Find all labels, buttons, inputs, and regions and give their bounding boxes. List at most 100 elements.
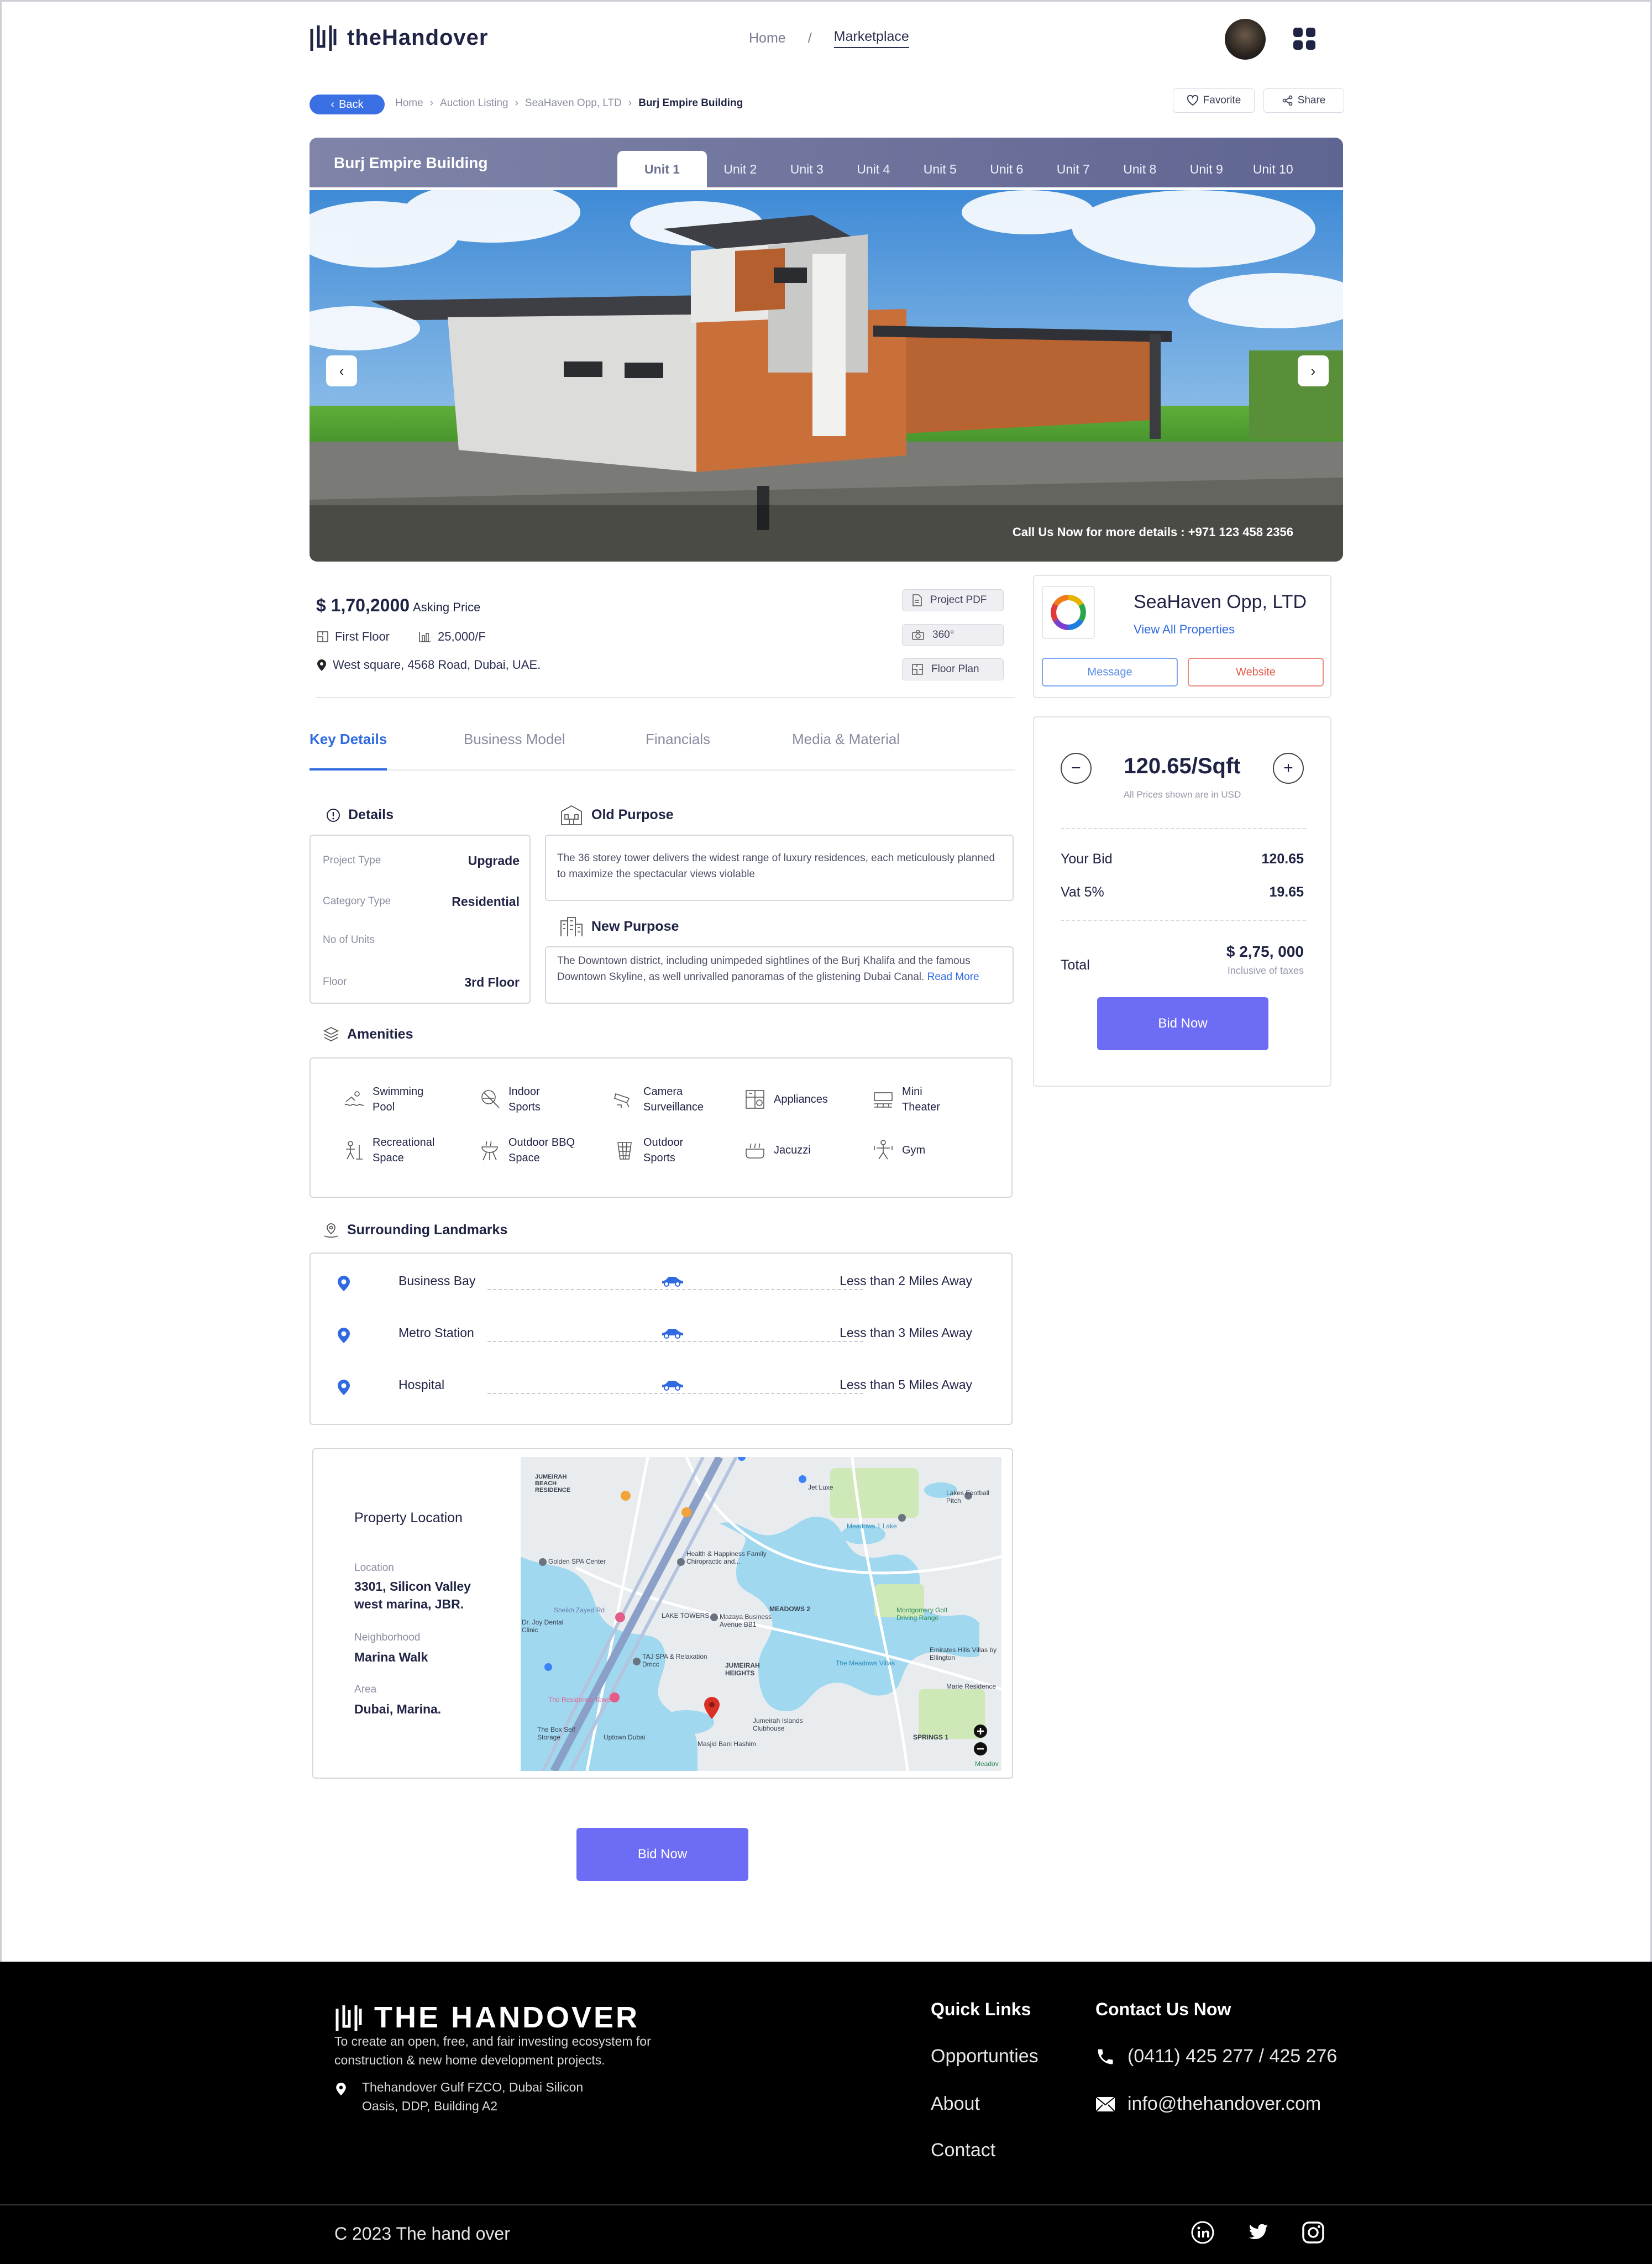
amenity-item: Outdoor BBQ Space xyxy=(479,1135,575,1166)
amenity-item: Outdoor Sports xyxy=(613,1135,683,1166)
map-label: SPRINGS 1 xyxy=(913,1733,949,1741)
tab-unit-1[interactable]: Unit 1 xyxy=(617,151,707,187)
favorite-button[interactable]: Favorite xyxy=(1173,88,1255,113)
dashed-line xyxy=(487,1393,863,1394)
footer-brand[interactable]: THE HANDOVER xyxy=(334,2000,639,2035)
view-all-properties-link[interactable]: View All Properties xyxy=(1134,622,1235,637)
new-purpose-heading: New Purpose xyxy=(559,915,679,937)
message-button[interactable]: Message xyxy=(1042,658,1178,686)
amenity-name: Jacuzzi xyxy=(774,1144,811,1156)
usd-note: All Prices shown are in USD xyxy=(1123,789,1241,800)
tab-unit-8[interactable]: Unit 8 xyxy=(1106,151,1173,187)
gallery-prev-button[interactable]: ‹ xyxy=(326,355,357,386)
tab-unit-9[interactable]: Unit 9 xyxy=(1173,151,1240,187)
footer: THE HANDOVER To create an open, free, an… xyxy=(0,1962,1652,2264)
increase-button[interactable]: + xyxy=(1273,753,1304,784)
map-label: Uptown Dubai xyxy=(604,1733,646,1741)
amenity-name: Sports xyxy=(643,1152,675,1164)
location-pin-icon xyxy=(338,1380,350,1395)
floor-plan-icon xyxy=(912,664,923,675)
brand-logo[interactable]: theHandover xyxy=(310,23,489,52)
tab-unit-10[interactable]: Unit 10 xyxy=(1240,151,1307,187)
old-purpose-heading: Old Purpose xyxy=(559,804,674,826)
map-label: Montgomery Golf Driving Range xyxy=(896,1606,948,1622)
new-purpose-text: The Downtown district, including unimped… xyxy=(557,955,971,983)
detail-tabs: Key Details Business Model Financials Me… xyxy=(310,719,1015,771)
price-label: Asking Price xyxy=(413,600,481,614)
detail-value: Residential xyxy=(452,894,520,909)
map-label: TAJ SPA & Relaxation Dmcc xyxy=(642,1653,707,1668)
footer-phone[interactable]: (0411) 425 277 / 425 276 xyxy=(1095,2046,1337,2067)
address-value: West square, 4568 Road, Dubai, UAE. xyxy=(333,658,541,672)
tab-key-details[interactable]: Key Details xyxy=(310,731,387,748)
amenities-box: Swimming Pool Indoor Sports Camera Surveill… xyxy=(310,1057,1013,1198)
crumb-auction-listing[interactable]: Auction Listing xyxy=(440,97,508,109)
landmark-distance: Less than 2 Miles Away xyxy=(840,1274,972,1288)
amenity-name: Theater xyxy=(902,1101,940,1113)
email-address: info@thehandover.com xyxy=(1127,2093,1321,2114)
project-pdf-button[interactable]: Project PDF xyxy=(902,589,1004,611)
instagram-icon[interactable] xyxy=(1301,2220,1325,2245)
bbq-icon xyxy=(481,1141,498,1161)
location-map[interactable]: JUMEIRAH BEACH RESIDENCE Jet Luxe Meadow… xyxy=(521,1457,1001,1771)
brand-name: theHandover xyxy=(347,25,489,50)
tab-unit-4[interactable]: Unit 4 xyxy=(840,151,907,187)
divider xyxy=(1061,828,1306,829)
footer-email[interactable]: info@thehandover.com xyxy=(1095,2093,1321,2115)
amenity-name: Camera xyxy=(643,1086,683,1098)
footer-link-contact[interactable]: Contact xyxy=(931,2140,995,2161)
apps-grid-icon[interactable] xyxy=(1293,28,1315,50)
crumb-home[interactable]: Home xyxy=(395,97,423,109)
read-more-link[interactable]: Read More xyxy=(927,971,979,983)
landmark-distance: Less than 5 Miles Away xyxy=(840,1377,972,1392)
footer-link-opportunities[interactable]: Opportunties xyxy=(931,2046,1039,2067)
nav-home[interactable]: Home xyxy=(749,30,786,46)
tab-business-model[interactable]: Business Model xyxy=(464,731,565,748)
tab-unit-3[interactable]: Unit 3 xyxy=(774,151,841,187)
recreational-space-icon xyxy=(346,1141,363,1160)
tab-unit-2[interactable]: Unit 2 xyxy=(707,151,774,187)
project-pdf-label: Project PDF xyxy=(930,594,987,606)
car-icon xyxy=(662,1381,683,1391)
back-button[interactable]: ‹ Back xyxy=(310,95,385,114)
footer-description: To create an open, free, and fair invest… xyxy=(334,2034,651,2067)
view-360-button[interactable]: 360° xyxy=(902,624,1004,646)
share-button[interactable]: Share xyxy=(1263,88,1344,113)
bid-now-button-bottom[interactable]: Bid Now xyxy=(576,1828,748,1881)
detail-value: 3rd Floor xyxy=(464,975,520,989)
bid-now-button[interactable]: Bid Now xyxy=(1097,997,1268,1050)
divider xyxy=(1061,920,1306,921)
tab-unit-7[interactable]: Unit 7 xyxy=(1040,151,1107,187)
neighborhood-value: Marina Walk xyxy=(354,1650,428,1664)
tab-media-material[interactable]: Media & Material xyxy=(792,731,900,748)
linkedin-icon[interactable] xyxy=(1191,2220,1215,2245)
tab-unit-6[interactable]: Unit 6 xyxy=(973,151,1040,187)
floor-info: First Floor xyxy=(316,630,390,644)
website-button[interactable]: Website xyxy=(1188,658,1324,686)
amenity-item: Swimming Pool xyxy=(343,1084,423,1115)
details-title: Details xyxy=(348,807,394,822)
amenity-name: Indoor xyxy=(508,1086,540,1098)
floor-plan-button[interactable]: Floor Plan xyxy=(902,658,1004,680)
info-icon xyxy=(327,808,340,822)
footer-link-about[interactable]: About xyxy=(931,2093,980,2115)
twitter-icon[interactable] xyxy=(1246,2220,1270,2245)
dashed-line xyxy=(487,1341,863,1342)
crumb-current: Burj Empire Building xyxy=(638,97,743,109)
user-avatar[interactable] xyxy=(1225,19,1266,60)
floor-plan-label: Floor Plan xyxy=(931,663,979,675)
crumb-seller[interactable]: SeaHaven Opp, LTD xyxy=(525,97,622,109)
nav-marketplace[interactable]: Marketplace xyxy=(833,29,909,48)
share-label: Share xyxy=(1297,95,1326,106)
vat-value: 19.65 xyxy=(1269,884,1304,900)
tab-financials[interactable]: Financials xyxy=(646,731,710,748)
old-purpose-box: The 36 storey tower delivers the widest … xyxy=(545,835,1014,901)
tab-unit-5[interactable]: Unit 5 xyxy=(907,151,974,187)
map-label: The Box Self Storage xyxy=(537,1726,575,1741)
landmark-row: Metro Station Less than 3 Miles Away xyxy=(312,1306,1010,1358)
indoor-sports-icon xyxy=(481,1090,500,1108)
gallery-next-button[interactable]: › xyxy=(1298,355,1329,386)
amenity-name: Swimming xyxy=(373,1086,424,1098)
amenity-item: Recreational Space xyxy=(343,1135,434,1166)
phone-icon xyxy=(1098,2049,1113,2064)
